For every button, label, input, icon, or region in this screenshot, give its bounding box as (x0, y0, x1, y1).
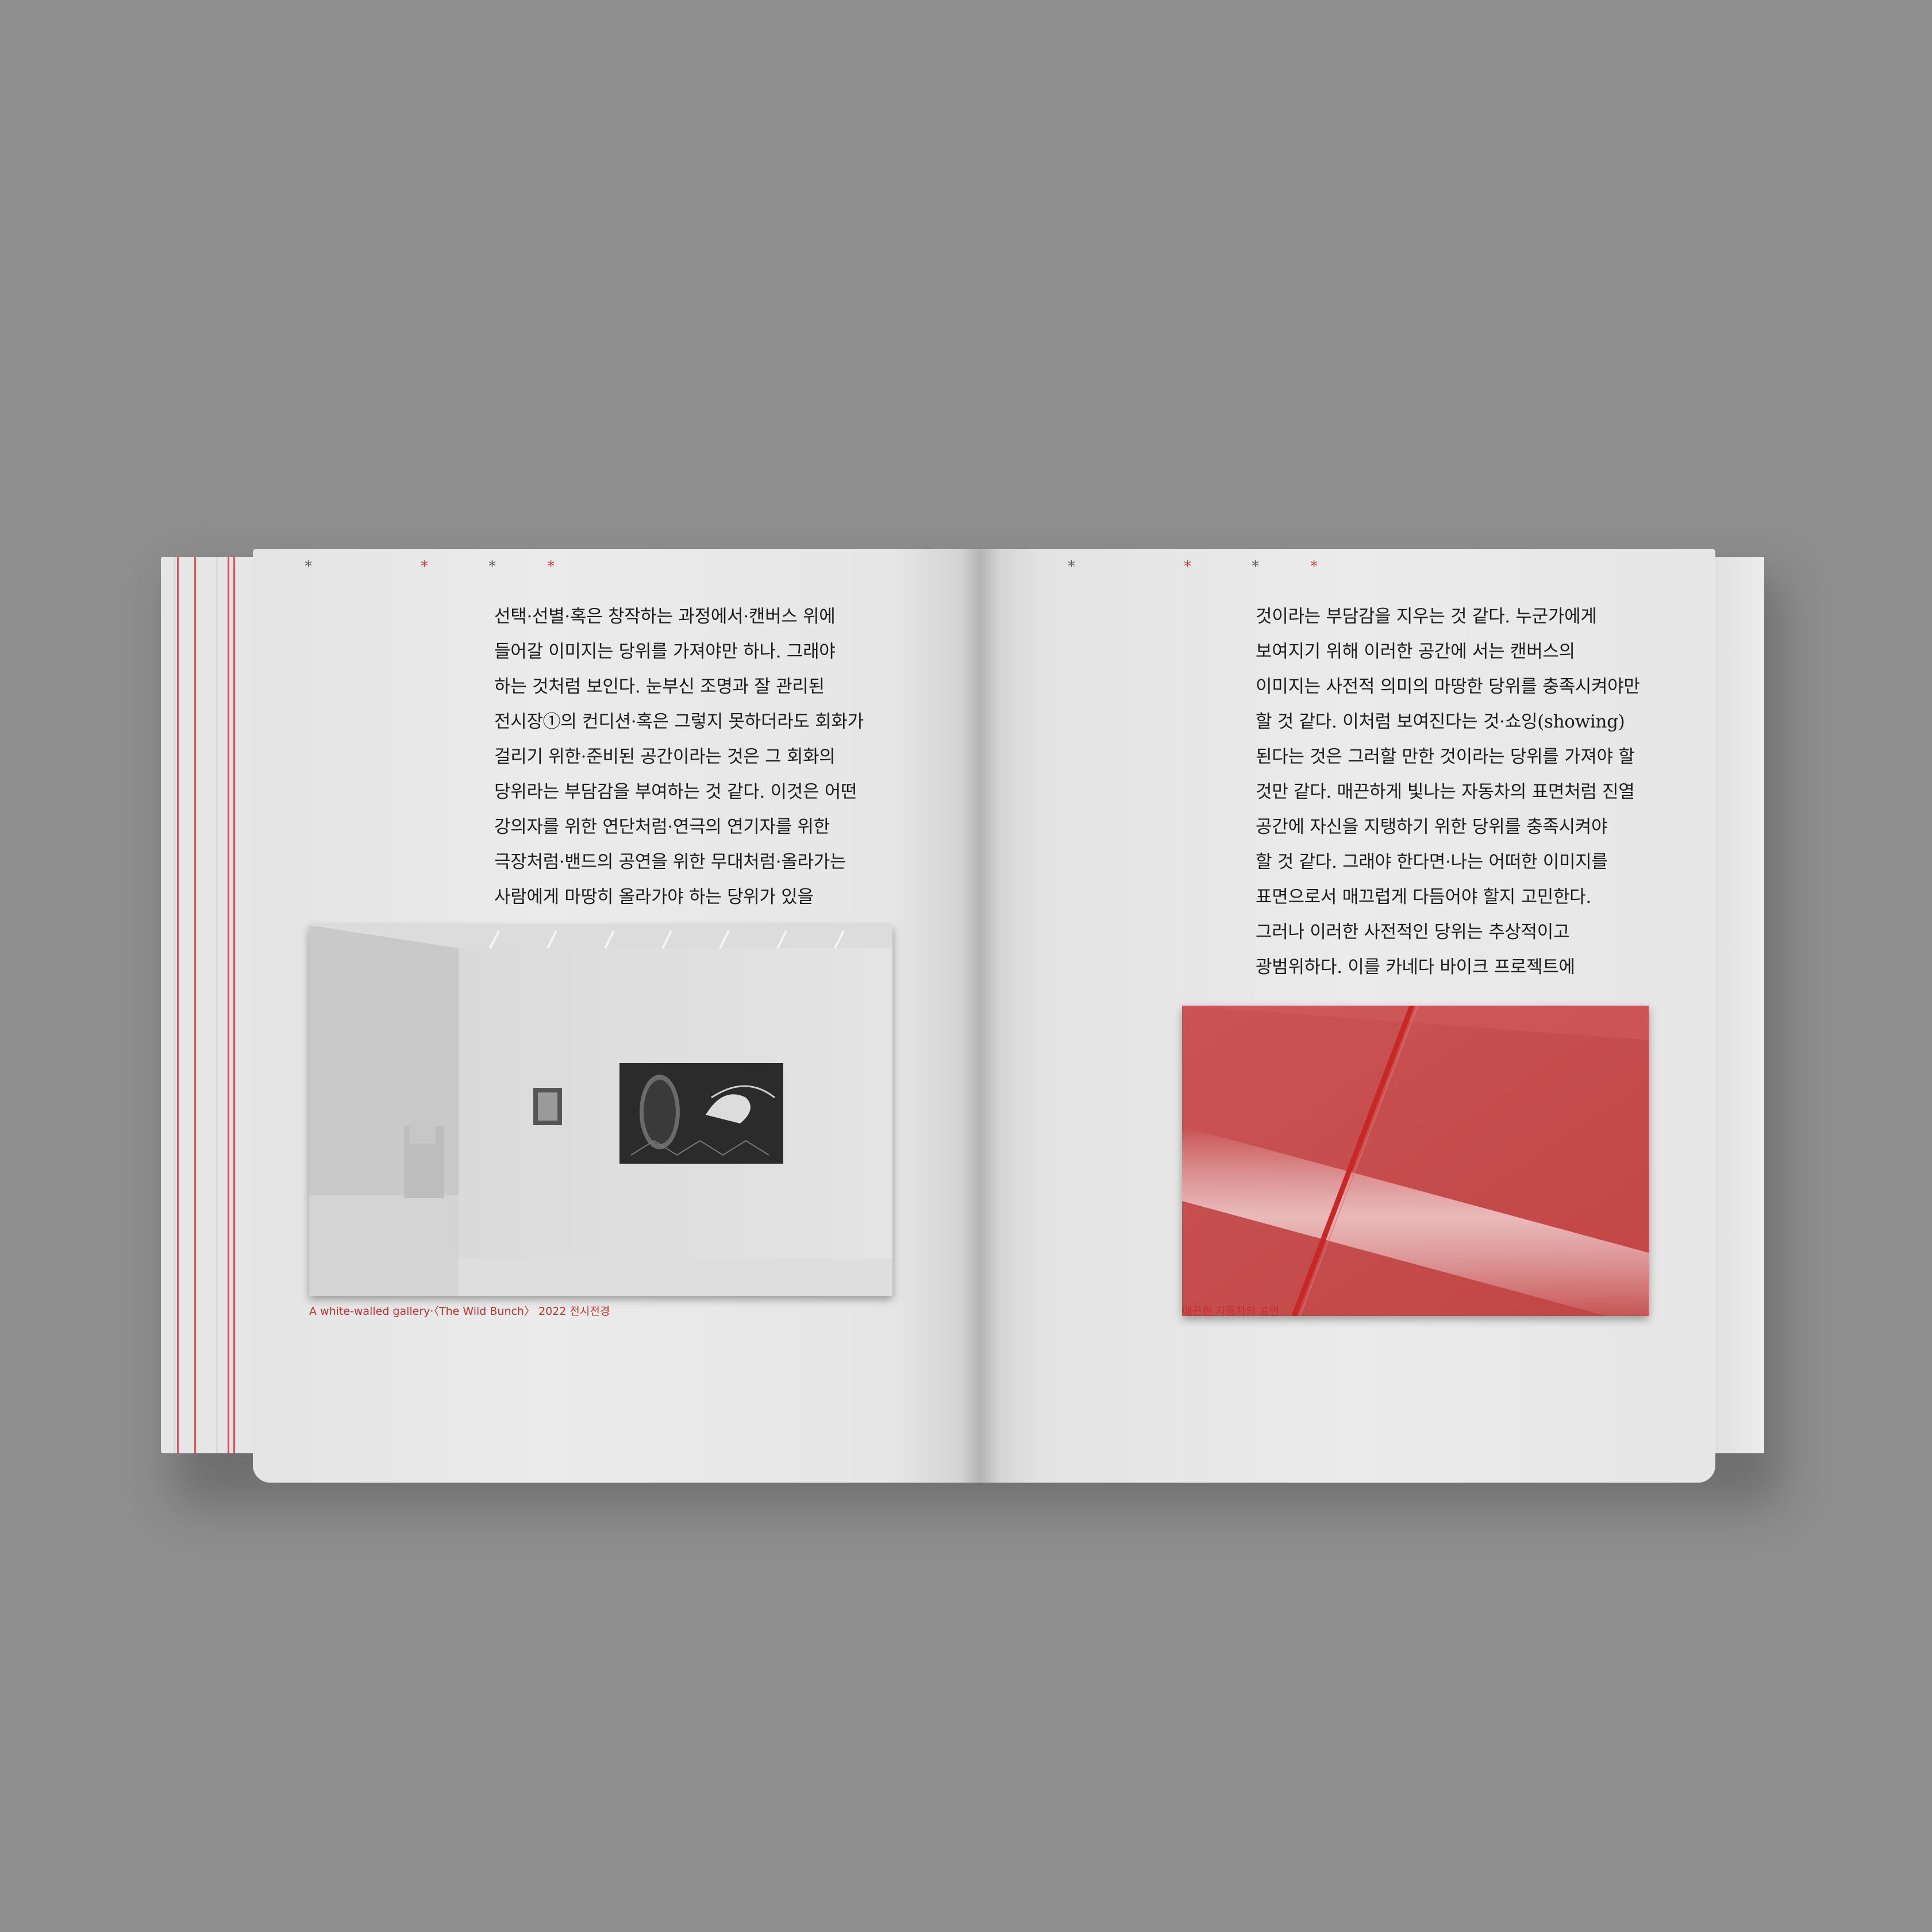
page-edge-line-red (233, 557, 235, 1453)
text-line: 이미지는 사전적 의미의 마땅한 당위를 충족시켜야만 (1256, 676, 1640, 697)
text-line: 사람에게 마땅히 올라가야 하는 당위가 있을 (494, 887, 814, 907)
page-edge-line-red (194, 557, 196, 1453)
asterisk-mark: * (1252, 558, 1259, 575)
asterisk-mark: * (1068, 558, 1075, 575)
text-line: 그러나 이러한 사전적인 당위는 추상적이고 (1256, 922, 1570, 942)
page-edge-line (216, 557, 218, 1453)
body-text: 것이라는 부담감을 지우는 것 같다. 누군가에게 보여지기 위해 이러한 공간… (1256, 599, 1640, 985)
asterisk-mark: * (1184, 558, 1191, 575)
gallery-photo-image (309, 925, 892, 1296)
book-gutter (960, 549, 1000, 1483)
text-line: 할 것 같다. 이처럼 보여진다는 것·쇼잉(showing) (1256, 711, 1625, 732)
car-surface-photo (1182, 1006, 1649, 1316)
page-edge-line-red (228, 557, 229, 1453)
asterisk-mark: * (305, 558, 312, 575)
text-line: 걸리기 위한·준비된 공간이라는 것은 그 회화의 (494, 746, 836, 767)
body-text: 선택·선별·혹은 창작하는 과정에서·캔버스 위에 들어갈 이미지는 당위를 가… (494, 599, 864, 915)
text-line: 할 것 같다. 그래야 한다면·나는 어떠한 이미지를 (1256, 852, 1608, 872)
asterisk-mark: * (1310, 558, 1318, 575)
open-book: * * * * 선택·선별·혹은 창작하는 과정에서·캔버스 위에 들어갈 이미… (161, 549, 1764, 1483)
asterisk-mark: * (547, 558, 555, 575)
page-edge-line (174, 557, 175, 1453)
right-page: * * * * 것이라는 부담감을 지우는 것 같다. 누군가에게 보여지기 위… (980, 549, 1715, 1483)
text-line: 선택·선별·혹은 창작하는 과정에서·캔버스 위에 (494, 606, 836, 627)
gallery-photo (309, 925, 892, 1296)
text-line: 강의자를 위한 연단처럼·연극의 연기자를 위한 (494, 817, 830, 837)
text-line: 하는 것처럼 보인다. 눈부신 조명과 잘 관리된 (494, 676, 825, 697)
photo-caption: A white-walled gallery·〈The Wild Bunch〉 … (309, 1305, 610, 1318)
text-line: 광범위하다. 이를 카네다 바이크 프로젝트에 (1256, 957, 1575, 977)
photo-caption: 매끈한 자동차의 표면 (1182, 1305, 1280, 1318)
text-line: 표면으로서 매끄럽게 다듬어야 할지 고민한다. (1256, 887, 1591, 907)
page-stack-right (1707, 557, 1764, 1453)
page-stack-left (161, 557, 264, 1453)
text-line: 전시장①의 컨디션·혹은 그렇지 못하더라도 회화가 (494, 711, 864, 732)
asterisk-mark: * (421, 558, 428, 575)
text-line: 당위라는 부담감을 부여하는 것 같다. 이것은 어떤 (494, 782, 857, 802)
text-line: 것만 같다. 매끈하게 빛나는 자동차의 표면처럼 진열 (1256, 782, 1635, 802)
text-line: 공간에 자신을 지탱하기 위한 당위를 충족시켜야 (1256, 817, 1608, 837)
text-line: 된다는 것은 그러할 만한 것이라는 당위를 가져야 할 (1256, 746, 1635, 767)
text-line: 극장처럼·밴드의 공연을 위한 무대처럼·올라가는 (494, 852, 846, 872)
text-line: 보여지기 위해 이러한 공간에 서는 캔버스의 (1256, 641, 1575, 662)
text-line: 들어갈 이미지는 당위를 가져야만 하나. 그래야 (494, 641, 836, 662)
scene: * * * * 선택·선별·혹은 창작하는 과정에서·캔버스 위에 들어갈 이미… (0, 0, 1932, 1932)
left-page: * * * * 선택·선별·혹은 창작하는 과정에서·캔버스 위에 들어갈 이미… (253, 549, 980, 1483)
text-line: 것이라는 부담감을 지우는 것 같다. 누군가에게 (1256, 606, 1597, 627)
car-surface-image (1182, 1006, 1649, 1316)
page-edge-line-red (177, 557, 179, 1453)
asterisk-mark: * (488, 558, 496, 575)
